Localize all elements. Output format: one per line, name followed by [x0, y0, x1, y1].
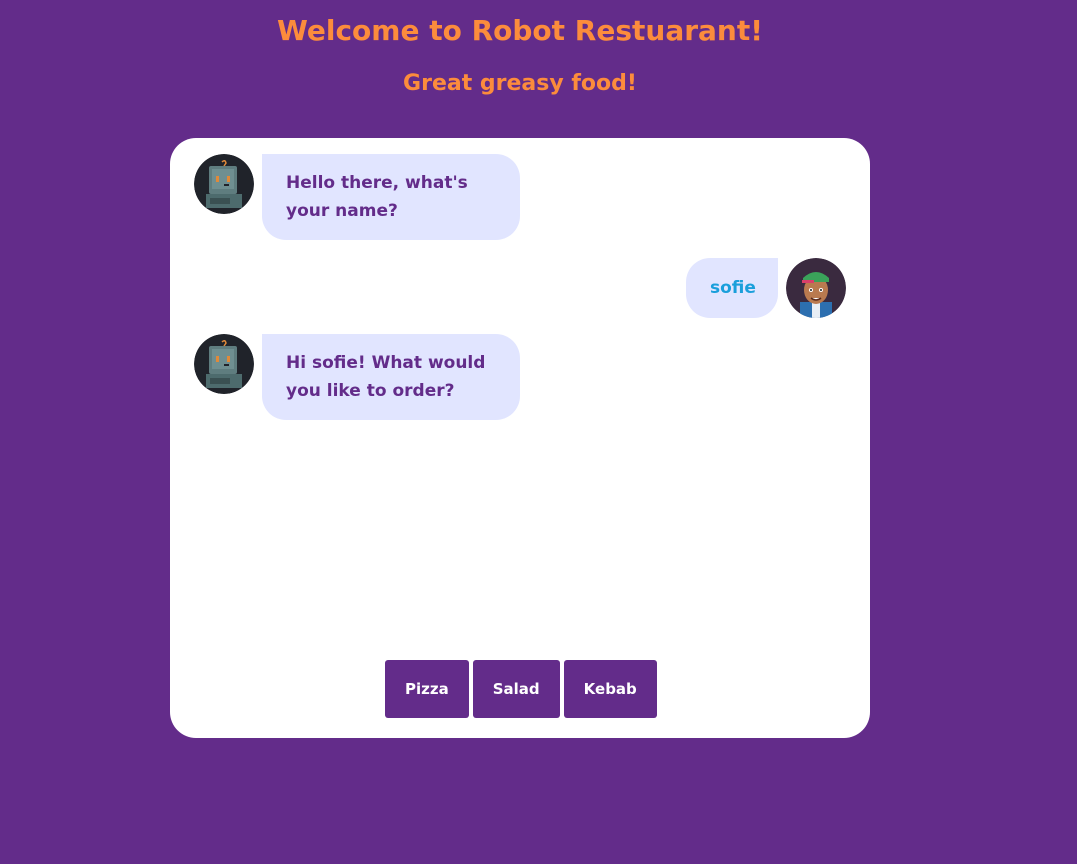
bot-message: Hello there, what's your name?: [262, 154, 520, 240]
salad-button[interactable]: Salad: [472, 660, 560, 718]
page-title: Welcome to Robot Restuarant!: [276, 14, 764, 47]
chat-window: Hello there, what's your name? sofie Hi …: [170, 138, 870, 738]
kebab-button[interactable]: Kebab: [563, 660, 657, 718]
order-options: Pizza Salad Kebab: [385, 660, 657, 718]
user-message: sofie: [686, 258, 778, 318]
page-subtitle: Great greasy food!: [403, 71, 637, 96]
robot-avatar: [194, 334, 254, 394]
pizza-button[interactable]: Pizza: [385, 660, 469, 718]
user-avatar: [786, 258, 846, 318]
bot-message: Hi sofie! What would you like to order?: [262, 334, 520, 420]
robot-avatar: [194, 154, 254, 214]
